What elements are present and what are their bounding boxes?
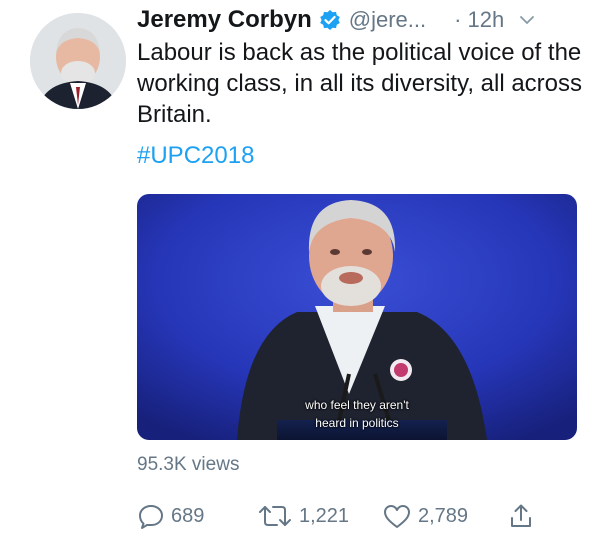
video-player[interactable]: who feel they aren't heard in politics bbox=[137, 194, 577, 440]
like-button[interactable]: 2,789 bbox=[382, 502, 507, 530]
tweet-text: Labour is back as the political voice of… bbox=[137, 39, 583, 128]
reply-button[interactable]: 689 bbox=[137, 502, 257, 530]
chevron-down-icon[interactable] bbox=[518, 11, 536, 29]
retweet-icon bbox=[259, 506, 291, 526]
tweet-actions: 689 1,221 2,789 bbox=[137, 500, 535, 532]
video-subtitle-line-1: who feel they aren't bbox=[305, 398, 409, 412]
verified-badge-icon bbox=[319, 9, 341, 31]
author-handle[interactable]: @jere... bbox=[349, 7, 426, 33]
video-subtitle-line-2: heard in politics bbox=[315, 416, 399, 430]
tweet-timestamp[interactable]: · 12h bbox=[454, 7, 504, 33]
hashtag-link[interactable]: #UPC2018 bbox=[137, 140, 254, 171]
retweet-count: 1,221 bbox=[299, 504, 350, 527]
author-avatar[interactable] bbox=[30, 13, 126, 109]
share-icon bbox=[511, 504, 531, 527]
reply-count: 689 bbox=[171, 504, 205, 527]
view-count: 95.3K views bbox=[137, 454, 240, 475]
avatar-image bbox=[30, 13, 126, 109]
retweet-button[interactable]: 1,221 bbox=[257, 502, 382, 530]
author-name[interactable]: Jeremy Corbyn bbox=[137, 6, 312, 34]
reply-icon bbox=[139, 505, 163, 529]
like-count: 2,789 bbox=[418, 504, 469, 527]
tweet-header: Jeremy Corbyn @jere... · 12h bbox=[137, 4, 587, 36]
heart-icon bbox=[384, 505, 410, 528]
share-button[interactable] bbox=[507, 502, 535, 530]
